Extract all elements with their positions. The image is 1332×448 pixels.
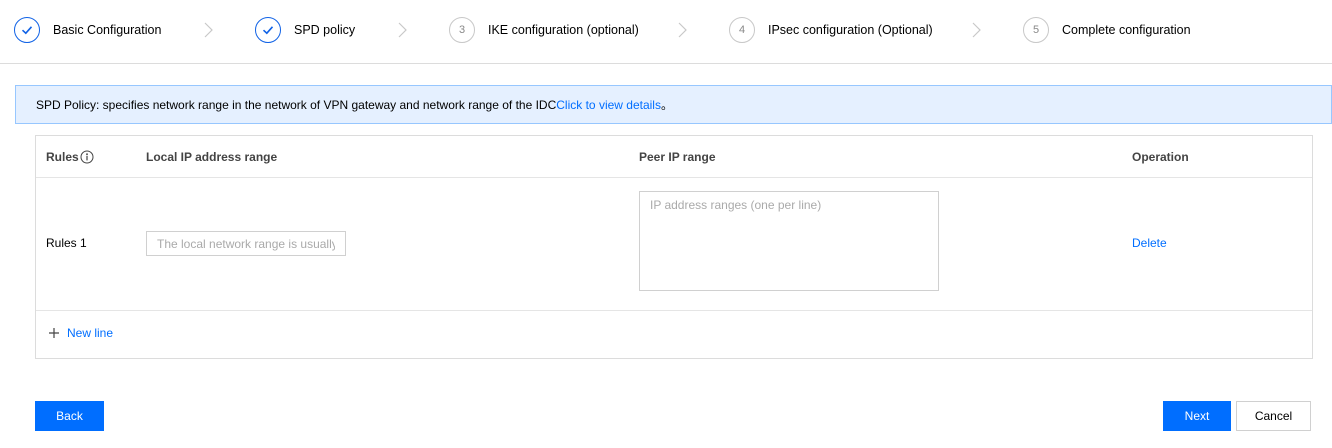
step-label: IPsec configuration (Optional)	[768, 23, 933, 37]
plus-icon	[49, 328, 59, 338]
view-details-link[interactable]: Click to view details	[556, 98, 661, 112]
new-line-button[interactable]: New line	[48, 326, 113, 340]
info-banner: SPD Policy: specifies network range in t…	[15, 85, 1332, 124]
cancel-button[interactable]: Cancel	[1236, 401, 1311, 431]
new-line-label: New line	[67, 326, 114, 340]
info-circle-icon[interactable]	[80, 150, 94, 164]
spd-rules-table: Rules Local IP address range Peer IP ran…	[35, 135, 1313, 359]
check-icon	[14, 17, 40, 43]
column-header-peer: Peer IP range	[639, 150, 716, 164]
table-row: Rules 1 Delete	[36, 178, 1312, 311]
step-number: 4	[729, 17, 755, 43]
check-icon	[255, 17, 281, 43]
table-header: Rules Local IP address range Peer IP ran…	[36, 136, 1312, 178]
step-basic-configuration[interactable]: Basic Configuration	[14, 16, 161, 44]
step-spd-policy[interactable]: SPD policy	[255, 16, 355, 44]
delete-rule-link[interactable]: Delete	[1132, 236, 1167, 250]
rule-name: Rules 1	[46, 236, 87, 250]
step-label: IKE configuration (optional)	[488, 23, 639, 37]
column-header-rules: Rules	[46, 150, 94, 164]
chevron-right-icon	[204, 22, 213, 38]
column-header-label: Rules	[46, 150, 79, 164]
steps-bar: Basic Configuration SPD policy 3 IKE con…	[0, 0, 1332, 64]
step-label: Complete configuration	[1062, 23, 1191, 37]
step-complete-configuration[interactable]: 5 Complete configuration	[1023, 16, 1191, 44]
step-number: 3	[449, 17, 475, 43]
back-button[interactable]: Back	[35, 401, 104, 431]
info-text: SPD Policy: specifies network range in t…	[36, 97, 557, 112]
chevron-right-icon	[398, 22, 407, 38]
step-label: SPD policy	[294, 23, 356, 37]
step-number: 5	[1023, 17, 1049, 43]
next-button[interactable]: Next	[1163, 401, 1231, 431]
column-header-local: Local IP address range	[146, 150, 278, 164]
chevron-right-icon	[972, 22, 981, 38]
step-ipsec-configuration[interactable]: 4 IPsec configuration (Optional)	[729, 16, 933, 44]
step-ike-configuration[interactable]: 3 IKE configuration (optional)	[449, 16, 639, 44]
chevron-right-icon	[678, 22, 687, 38]
peer-ip-range-textarea[interactable]	[639, 191, 939, 291]
step-label: Basic Configuration	[53, 23, 162, 37]
local-ip-range-input[interactable]	[146, 231, 346, 256]
info-suffix: 。	[660, 98, 673, 112]
column-header-operation: Operation	[1132, 150, 1189, 164]
